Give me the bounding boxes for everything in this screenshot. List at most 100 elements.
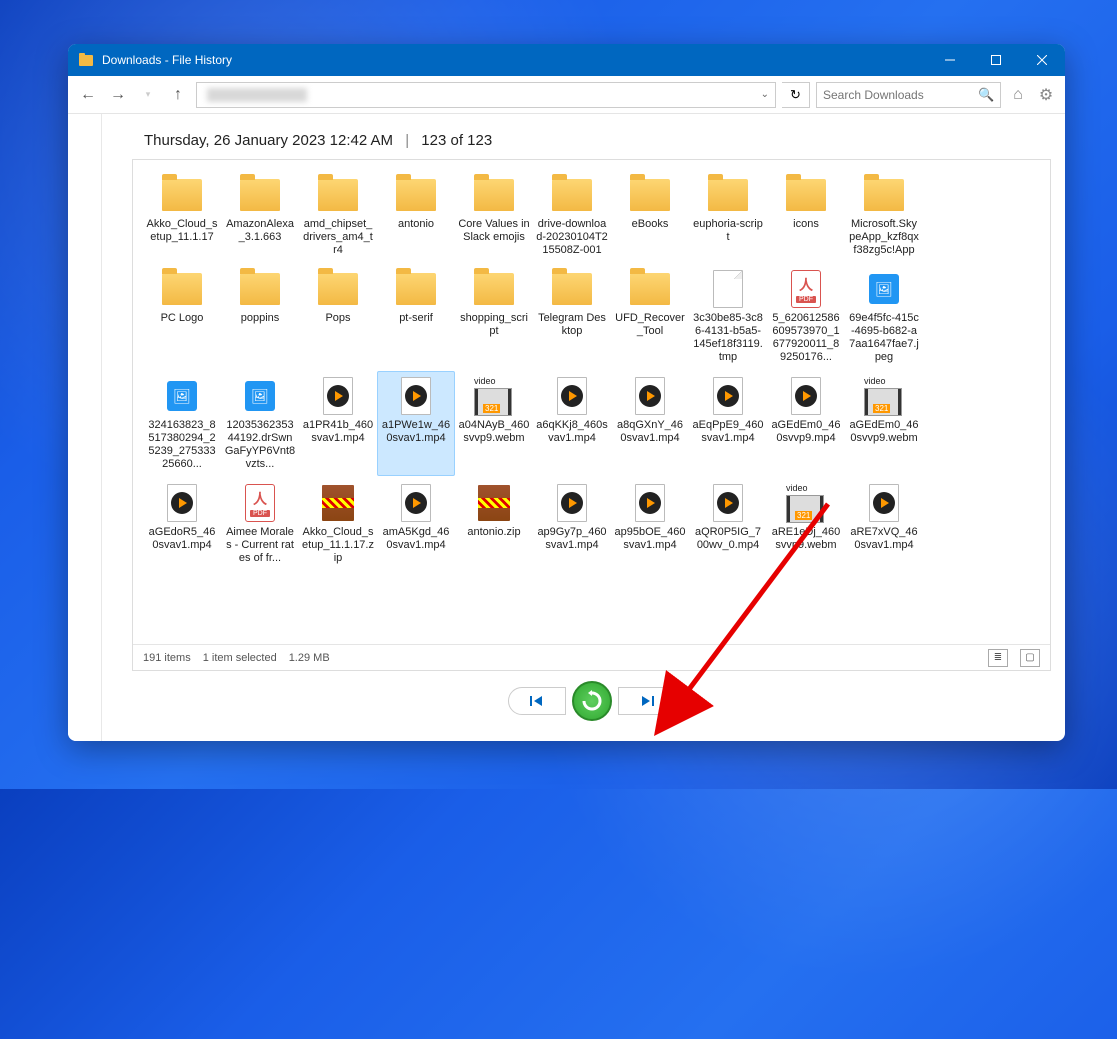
file-item[interactable]: amd_chipset_drivers_am4_tr4 [299,170,377,262]
file-item-label: a8qGXnY_460svav1.mp4 [614,419,686,445]
file-item[interactable]: euphoria-script [689,170,767,262]
status-selection: 1 item selected [203,652,277,664]
snapshot-counter: 123 of 123 [421,132,492,149]
file-item[interactable]: Microsoft.SkypeApp_kzf8qxf38zg5c!App [845,170,923,262]
file-item-label: aQR0P5IG_700wv_0.mp4 [692,526,764,552]
file-item-label: poppins [241,312,280,325]
file-item[interactable]: drive-download-20230104T215508Z-001 [533,170,611,262]
details-view-button[interactable]: ≣ [988,649,1008,667]
file-item[interactable]: videoaRE1eDj_460svvp9.webm [767,478,845,570]
file-item-label: amA5Kgd_460svav1.mp4 [380,526,452,552]
file-item[interactable]: poppins [221,264,299,369]
file-item-label: euphoria-script [692,218,764,244]
icons-view-button[interactable]: ▢ [1020,649,1040,667]
back-button[interactable]: ← [76,83,100,107]
app-icon [78,52,94,68]
file-item[interactable]: Pops [299,264,377,369]
file-item[interactable]: aGEdoR5_460svav1.mp4 [143,478,221,570]
file-item[interactable]: PC Logo [143,264,221,369]
file-item-label: antonio [398,218,434,231]
file-item-label: eBooks [632,218,669,231]
address-dropdown-icon[interactable]: ⌄ [761,89,769,100]
file-item[interactable]: Akko_Cloud_setup_11.1.17.zip [299,478,377,570]
file-item[interactable]: aEqPpE9_460svav1.mp4 [689,371,767,476]
file-item-label: Telegram Desktop [536,312,608,338]
file-item[interactable]: 🖼1203536235344192.drSwnGaFyYP6Vnt8vzts..… [221,371,299,476]
file-item[interactable]: AmazonAlexa_3.1.663 [221,170,299,262]
up-button[interactable]: ↑ [166,83,190,107]
refresh-button[interactable]: ↻ [782,82,810,108]
file-item-label: 5_620612586609573970_1677920011_89250176… [770,312,842,364]
file-item[interactable]: a8qGXnY_460svav1.mp4 [611,371,689,476]
file-item[interactable]: aQR0P5IG_700wv_0.mp4 [689,478,767,570]
file-item[interactable]: 3c30be85-3c86-4131-b5a5-145ef18f3119.tmp [689,264,767,369]
file-item[interactable]: pt-serif [377,264,455,369]
file-item-label: aEqPpE9_460svav1.mp4 [692,419,764,445]
file-item[interactable]: a6qKKj8_460svav1.mp4 [533,371,611,476]
history-controls [132,671,1051,731]
file-grid[interactable]: Akko_Cloud_setup_11.1.17AmazonAlexa_3.1.… [133,160,1050,644]
file-item-label: PC Logo [161,312,204,325]
file-item[interactable]: ap95bOE_460svav1.mp4 [611,478,689,570]
file-item[interactable]: antonio.zip [455,478,533,570]
file-item-label: Pops [325,312,350,325]
previous-version-button[interactable] [508,687,566,715]
file-item-label: drive-download-20230104T215508Z-001 [536,218,608,257]
file-item[interactable]: antonio [377,170,455,262]
file-item-label: pt-serif [399,312,433,325]
file-item[interactable]: 🖼324163823_8517380294_25239_27533325660.… [143,371,221,476]
file-item[interactable]: shopping_script [455,264,533,369]
file-item-label: 1203536235344192.drSwnGaFyYP6Vnt8vzts... [224,419,296,471]
file-item-label: aGEdEm0_460svvp9.mp4 [770,419,842,445]
snapshot-datetime: Thursday, 26 January 2023 12:42 AM [144,132,393,149]
file-item-label: Microsoft.SkypeApp_kzf8qxf38zg5c!App [848,218,920,257]
file-history-window: Downloads - File History ← → ▾ ↑ ⌄ ↻ 🔍 ⌂… [68,44,1065,741]
file-item[interactable]: aGEdEm0_460svvp9.mp4 [767,371,845,476]
file-item-label: aGEdoR5_460svav1.mp4 [146,526,218,552]
close-button[interactable] [1019,44,1065,76]
maximize-button[interactable] [973,44,1019,76]
left-gutter [68,114,102,741]
restore-button[interactable] [572,681,612,721]
address-path-redacted [207,88,307,102]
minimize-button[interactable] [927,44,973,76]
file-item[interactable]: Core Values in Slack emojis [455,170,533,262]
file-item-label: 324163823_8517380294_25239_27533325660..… [146,419,218,471]
file-item[interactable]: a1PWe1w_460svav1.mp4 [377,371,455,476]
file-item-label: a6qKKj8_460svav1.mp4 [536,419,608,445]
file-item[interactable]: Telegram Desktop [533,264,611,369]
search-input[interactable] [823,88,978,102]
home-icon[interactable]: ⌂ [1007,84,1029,106]
file-item[interactable]: ap9Gy7p_460svav1.mp4 [533,478,611,570]
file-item-label: ap9Gy7p_460svav1.mp4 [536,526,608,552]
search-box[interactable]: 🔍 [816,82,1001,108]
file-item[interactable]: eBooks [611,170,689,262]
address-bar[interactable]: ⌄ [196,82,776,108]
status-item-count: 191 items [143,652,191,664]
search-icon[interactable]: 🔍 [978,87,994,103]
file-item[interactable]: amA5Kgd_460svav1.mp4 [377,478,455,570]
file-item[interactable]: 人PDFAimee Morales - Current rates of fr.… [221,478,299,570]
forward-button[interactable]: → [106,83,130,107]
file-item[interactable]: aRE7xVQ_460svav1.mp4 [845,478,923,570]
file-item[interactable]: videoaGEdEm0_460svvp9.webm [845,371,923,476]
file-item-label: Aimee Morales - Current rates of fr... [224,526,296,565]
file-item-label: UFD_Recover_Tool [614,312,686,338]
toolbar: ← → ▾ ↑ ⌄ ↻ 🔍 ⌂ ⚙ [68,76,1065,114]
next-version-button[interactable] [618,687,676,715]
file-item[interactable]: a1PR41b_460svav1.mp4 [299,371,377,476]
file-item[interactable]: 人PDF5_620612586609573970_1677920011_8925… [767,264,845,369]
file-item[interactable]: 🖼69e4f5fc-415c-4695-b682-a7aa1647fae7.jp… [845,264,923,369]
file-item-label: icons [793,218,819,231]
file-item[interactable]: icons [767,170,845,262]
file-item-label: aGEdEm0_460svvp9.webm [848,419,920,445]
file-item[interactable]: Akko_Cloud_setup_11.1.17 [143,170,221,262]
history-dropdown[interactable]: ▾ [136,83,160,107]
window-title: Downloads - File History [102,53,927,67]
file-item-label: aRE1eDj_460svvp9.webm [770,526,842,552]
file-item-label: Akko_Cloud_setup_11.1.17.zip [302,526,374,565]
file-item-label: aRE7xVQ_460svav1.mp4 [848,526,920,552]
file-item[interactable]: UFD_Recover_Tool [611,264,689,369]
gear-icon[interactable]: ⚙ [1035,84,1057,106]
file-item[interactable]: videoa04NAyB_460svvp9.webm [455,371,533,476]
